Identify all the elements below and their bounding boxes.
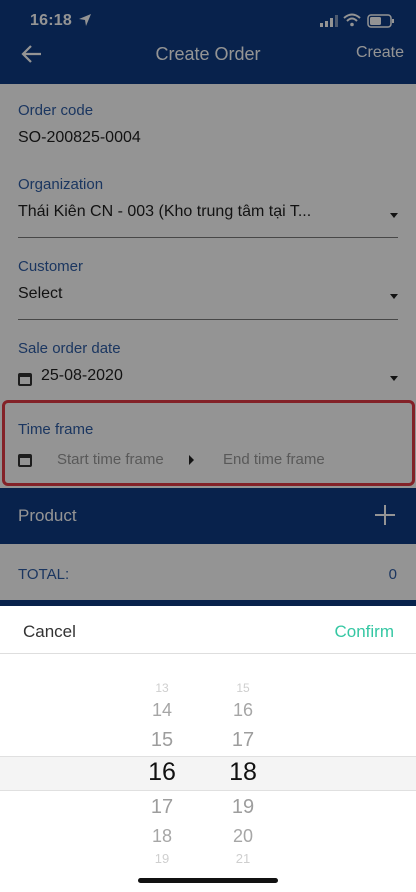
time-picker-sheet: Cancel Confirm 13 14 15 16 17 18 19 15 16 17 18 19… [0, 606, 416, 892]
hour-option[interactable]: 14 [142, 700, 182, 721]
minute-option[interactable]: 21 [223, 851, 263, 866]
minute-option[interactable]: 16 [223, 700, 263, 721]
hour-option[interactable]: 18 [142, 826, 182, 847]
hour-option[interactable]: 19 [142, 851, 182, 866]
hour-option[interactable]: 15 [142, 729, 182, 752]
cancel-button[interactable]: Cancel [23, 622, 76, 642]
hour-option[interactable]: 16 [142, 758, 182, 787]
picker-selection-band [0, 756, 416, 791]
minute-option[interactable]: 20 [223, 826, 263, 847]
minute-option[interactable]: 18 [223, 758, 263, 787]
confirm-button[interactable]: Confirm [334, 622, 394, 642]
hour-option[interactable]: 13 [142, 681, 182, 695]
hour-option[interactable]: 17 [142, 796, 182, 819]
minute-option[interactable]: 19 [223, 796, 263, 819]
home-indicator [138, 878, 278, 883]
modal-overlay[interactable] [0, 0, 416, 610]
picker-toolbar: Cancel Confirm [0, 606, 416, 654]
minute-option[interactable]: 15 [223, 681, 263, 695]
minute-option[interactable]: 17 [223, 729, 263, 752]
